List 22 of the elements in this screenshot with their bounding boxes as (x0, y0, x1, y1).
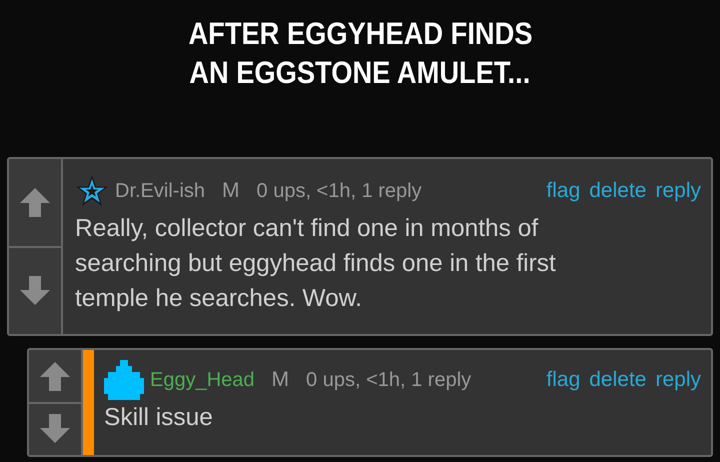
comment-text: Really, collector can't find one in months of searching but eggyhead finds one in the first temple he searches. Wow. (75, 214, 557, 314)
star-icon (75, 174, 109, 208)
action-link[interactable]: delete (589, 179, 646, 203)
comment-text: Skill issue (104, 403, 214, 433)
blob-avatar-icon (104, 360, 144, 400)
action-link[interactable]: delete (589, 368, 646, 392)
up-arrow-icon (19, 186, 51, 218)
down-arrow-icon (19, 274, 51, 307)
gender-label: M (272, 368, 290, 392)
username[interactable]: Eggy_Head (150, 368, 255, 392)
caption-text: AFTER EGGYHEAD FINDS (188, 15, 532, 53)
gender-label: M (222, 179, 240, 203)
action-link[interactable]: reply (655, 179, 701, 203)
up-arrow-icon (39, 360, 71, 392)
caption-text: AN EGGSTONE AMULET... (189, 54, 531, 92)
action-link[interactable]: flag (546, 179, 580, 203)
down-arrow-icon (39, 413, 71, 446)
action-link[interactable]: reply (655, 368, 701, 392)
action-link[interactable]: flag (546, 368, 580, 392)
comment-meta: 0 ups, <1h, 1 reply (256, 180, 422, 202)
username[interactable]: Dr.Evil-ish (115, 180, 206, 202)
comment-meta: 0 ups, <1h, 1 reply (306, 368, 472, 392)
